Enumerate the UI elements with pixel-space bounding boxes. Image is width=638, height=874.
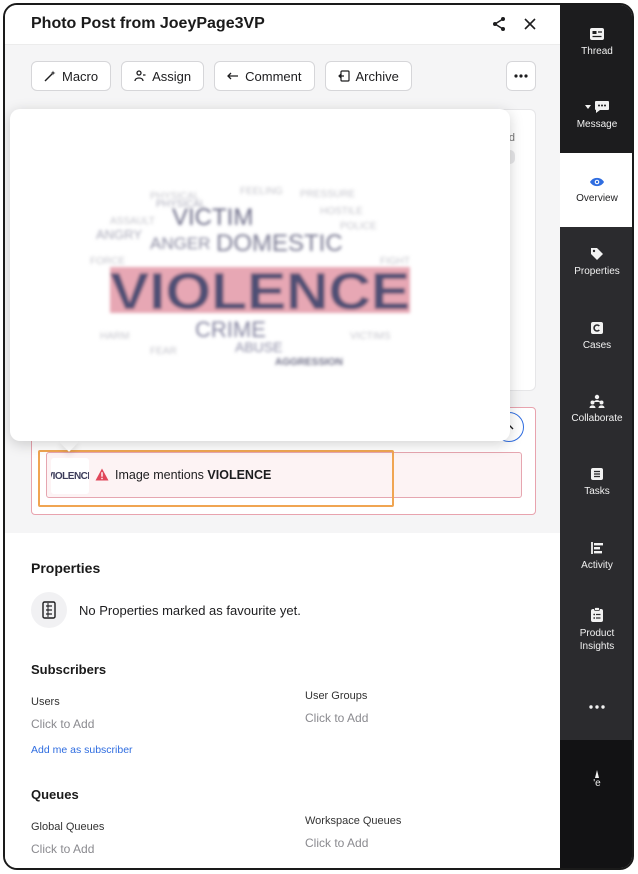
sidebar-item-cases[interactable]: Cases: [560, 321, 632, 361]
macro-button[interactable]: Macro: [31, 61, 112, 91]
sidebar-item-message[interactable]: Message: [560, 100, 632, 140]
word-aggression: AGGRESSION: [275, 357, 343, 368]
sidebar-label-message: Message: [576, 119, 618, 130]
assign-label: Assign: [152, 68, 192, 84]
archive-button[interactable]: Archive: [324, 61, 412, 91]
svg-text:ASSAULT: ASSAULT: [110, 216, 155, 227]
sidebar-label-activity: Activity: [581, 560, 613, 571]
svg-text:FEELING: FEELING: [240, 186, 283, 197]
magic-wand-icon: [44, 70, 56, 82]
sidebar-label-properties: Properties: [574, 266, 620, 277]
comment-button[interactable]: Comment: [214, 61, 315, 91]
partial-icon: [595, 770, 599, 778]
image-mention-row[interactable]: VIOLENCE Image mentions VIOLENCE: [46, 452, 522, 498]
users-label: Users: [31, 696, 60, 708]
svg-text:FEAR: FEAR: [150, 346, 177, 357]
sidebar-bottom-section: 'e: [560, 740, 632, 868]
sidebar-bottom-label: 'e: [593, 778, 601, 789]
assign-button[interactable]: Assign: [121, 61, 205, 91]
svg-text:HOSTILE: HOSTILE: [320, 206, 363, 217]
warning-icon: [95, 468, 109, 481]
thread-icon: [590, 28, 604, 40]
word-physical: PHYSICAL: [156, 199, 206, 210]
word-abuse: ABUSE: [235, 339, 282, 355]
page-title: Photo Post from JoeyPage3VP: [31, 15, 265, 32]
cases-icon: [591, 322, 603, 334]
properties-title: Properties: [31, 560, 101, 576]
sidebar-label-tasks: Tasks: [584, 486, 610, 497]
tasks-icon: [591, 468, 603, 480]
caret-down-icon: [584, 105, 591, 109]
product-insights-icon: [591, 607, 603, 622]
reply-icon: [227, 72, 239, 80]
thumbnail-word: VIOLENCE: [51, 470, 89, 482]
image-thumbnail[interactable]: VIOLENCE: [51, 458, 89, 494]
workspace-queues-click-to-add[interactable]: Click to Add: [305, 836, 368, 850]
message-icon: [594, 101, 609, 113]
sidebar-item-collaborate[interactable]: Collaborate: [560, 394, 632, 434]
sidebar-item-activity[interactable]: Activity: [560, 541, 632, 581]
tag-icon: [591, 248, 603, 260]
users-click-to-add[interactable]: Click to Add: [31, 717, 94, 731]
word-cloud-image: PHYSICAL FEELING PRESSURE HOSTILE ASSAULT PO…: [90, 186, 410, 368]
macro-label: Macro: [62, 68, 99, 84]
mention-prefix: Image mentions: [115, 468, 208, 482]
close-icon[interactable]: [519, 13, 541, 35]
svg-text:POLICE: POLICE: [340, 221, 377, 232]
svg-text:VICTIMS: VICTIMS: [350, 331, 391, 342]
global-queues-click-to-add[interactable]: Click to Add: [31, 842, 94, 856]
word-crime: ANGER: [150, 234, 210, 253]
window-frame: Photo Post from JoeyPage3VP Macro Assign: [3, 3, 634, 870]
sidebar-label-cases: Cases: [582, 340, 612, 351]
no-properties-text: No Properties marked as favourite yet.: [79, 603, 301, 618]
eye-icon: [590, 177, 604, 186]
global-queues-label: Global Queues: [31, 821, 105, 833]
add-me-as-subscriber-link[interactable]: Add me as subscriber: [31, 744, 133, 756]
image-mention-text: Image mentions VIOLENCE: [115, 468, 271, 482]
archive-label: Archive: [355, 68, 399, 84]
right-sidebar: Thread Message Overview Properties Cases…: [560, 5, 632, 868]
sidebar-item-properties[interactable]: Properties: [560, 247, 632, 287]
word-anger: DOMESTIC: [216, 230, 343, 257]
sidebar-label-collaborate: Collaborate: [571, 413, 623, 424]
action-toolbar: Macro Assign Comment Archive: [31, 61, 412, 91]
workspace-queues-label: Workspace Queues: [305, 815, 402, 827]
user-groups-label: User Groups: [305, 690, 368, 702]
sidebar-item-tasks[interactable]: Tasks: [560, 467, 632, 507]
sidebar-bottom-item[interactable]: 'e: [560, 770, 632, 789]
queues-title: Queues: [31, 787, 79, 802]
word-violence: VIOLENCE: [110, 263, 410, 321]
user-groups-click-to-add[interactable]: Click to Add: [305, 711, 368, 725]
comment-label: Comment: [245, 68, 302, 84]
sidebar-more-button[interactable]: [560, 697, 632, 717]
activity-icon: [591, 542, 603, 554]
properties-list-icon: [31, 592, 67, 628]
sidebar-item-product-insights[interactable]: Product Insights: [560, 607, 632, 663]
sidebar-item-thread[interactable]: Thread: [560, 27, 632, 67]
image-preview-popover: PHYSICAL FEELING PRESSURE HOSTILE ASSAULT PO…: [10, 109, 510, 441]
assign-icon: [134, 70, 146, 82]
header: Photo Post from JoeyPage3VP: [5, 5, 560, 45]
mention-keyword: VIOLENCE: [207, 468, 272, 482]
share-icon[interactable]: [488, 13, 510, 35]
sidebar-label-overview: Overview: [576, 192, 618, 204]
sidebar-item-overview[interactable]: Overview: [560, 153, 632, 227]
svg-text:PRESSURE: PRESSURE: [300, 189, 355, 200]
svg-text:HARM: HARM: [100, 331, 129, 342]
collaborate-icon: [589, 394, 605, 408]
more-icon: [514, 74, 528, 78]
more-actions-button[interactable]: [506, 61, 536, 91]
subscribers-title: Subscribers: [31, 662, 107, 677]
archive-icon: [337, 70, 350, 82]
sidebar-label-thread: Thread: [581, 46, 613, 57]
word-angry: ANGRY: [96, 227, 142, 242]
main-panel: Photo Post from JoeyPage3VP Macro Assign: [5, 5, 560, 868]
sidebar-label-product-insights: Product Insights: [579, 628, 615, 652]
more-icon: [589, 705, 605, 709]
